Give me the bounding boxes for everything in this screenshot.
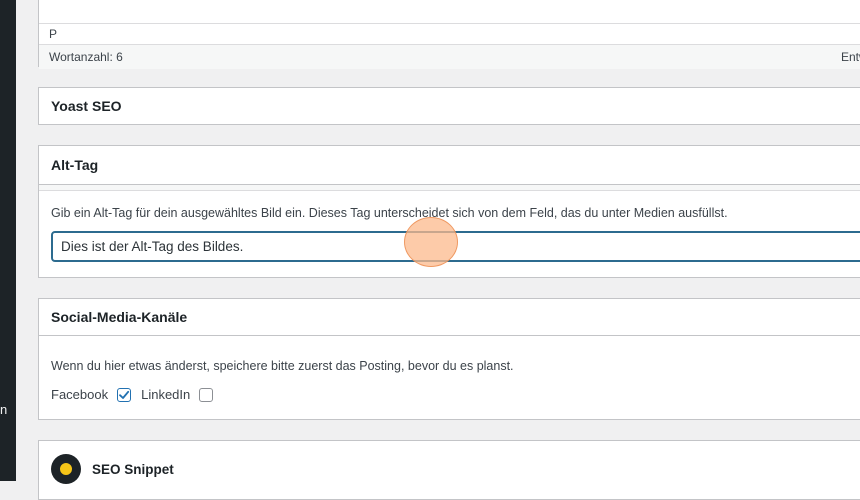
linkedin-label[interactable]: LinkedIn [141,387,190,402]
editor-element-path[interactable]: P [39,24,860,45]
admin-sidebar: n [0,0,16,481]
word-count: Wortanzahl: 6 [49,50,123,64]
click-indicator [404,217,458,267]
checkmark-icon [119,390,130,399]
alt-tag-description: Gib ein Alt-Tag für dein ausgewähltes Bi… [51,206,728,220]
seo-snippet-logo-icon [51,454,81,484]
social-channels: Facebook LinkedIn [51,387,860,402]
alt-tag-divider [39,185,860,191]
yoast-seo-metabox: Yoast SEO [38,87,860,125]
facebook-label[interactable]: Facebook [51,387,108,402]
social-media-description: Wenn du hier etwas änderst, speichere bi… [51,359,514,373]
linkedin-checkbox[interactable] [199,387,214,402]
social-media-header[interactable]: Social-Media-Kanäle [39,299,860,336]
social-media-title: Social-Media-Kanäle [51,309,188,325]
editor-status-bar: Wortanzahl: 6 Entw [39,45,860,69]
facebook-checkbox[interactable] [117,387,132,402]
seo-snippet-header[interactable]: SEO Snippet [39,441,860,484]
seo-snippet-metabox: SEO Snippet [38,440,860,500]
sidebar-menu-fragment[interactable]: n [0,402,7,417]
yoast-seo-toggle[interactable]: Yoast SEO [39,88,860,124]
yoast-seo-title: Yoast SEO [51,98,122,114]
alt-tag-title: Alt-Tag [51,157,99,173]
editor-content-area[interactable] [39,0,860,24]
editor-box: P Wortanzahl: 6 Entw [38,0,860,69]
seo-snippet-title: SEO Snippet [92,461,174,477]
draft-status: Entw [841,50,860,64]
social-media-metabox: Social-Media-Kanäle Wenn du hier etwas ä… [38,298,860,420]
alt-tag-header[interactable]: Alt-Tag [39,146,860,185]
